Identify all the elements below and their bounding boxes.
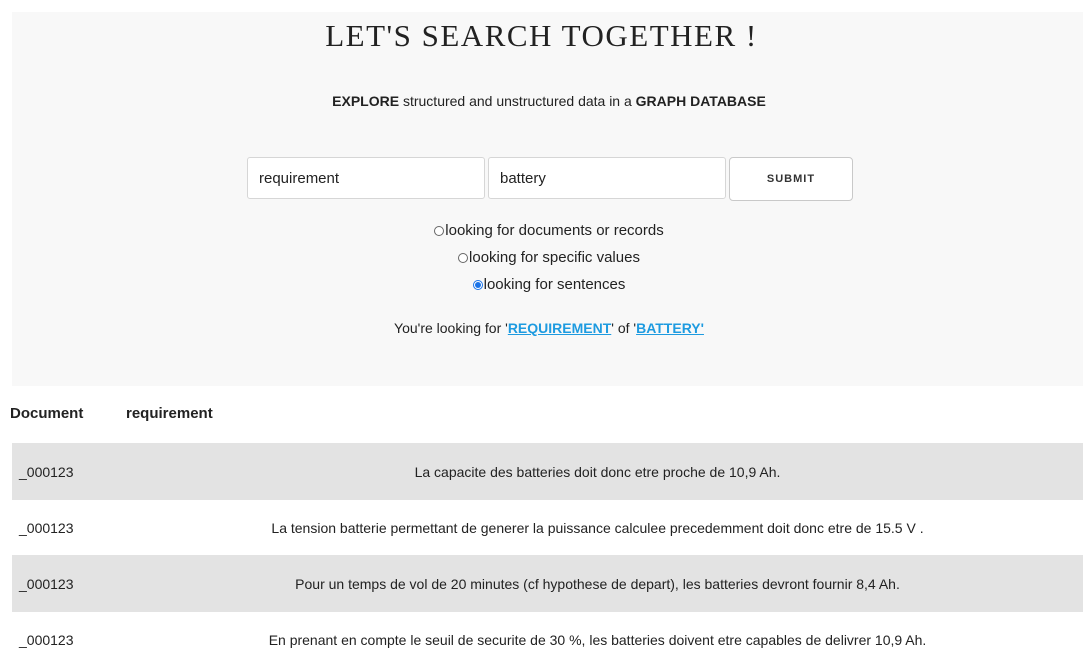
search-summary: You're looking for 'REQUIREMENT' of 'BAT… [0, 320, 1083, 336]
option-sentences-label: looking for sentences [483, 276, 626, 293]
option-documents-label: looking for documents or records [445, 222, 664, 239]
radio-values[interactable] [458, 253, 469, 263]
radio-documents[interactable] [434, 226, 445, 236]
option-sentences[interactable]: looking for sentences [0, 274, 1083, 301]
column-header-requirement: requirement [126, 405, 213, 422]
cell-document: _000123 [19, 519, 74, 536]
table-row: _000123 En prenant en compte le seuil de… [12, 612, 1083, 655]
radio-sentences[interactable] [472, 280, 483, 290]
cell-document: _000123 [19, 575, 74, 592]
cell-requirement: La capacite des batteries doit donc etre… [414, 463, 781, 480]
option-documents[interactable]: looking for documents or records [0, 220, 1083, 247]
page: LET'S SEARCH TOGETHER ! EXPLORE structur… [0, 0, 1083, 655]
cell-document: _000123 [19, 631, 74, 648]
table-row: _000123 La tension batterie permettant d… [12, 500, 1083, 555]
cell-requirement: La tension batterie permettant de genere… [271, 519, 924, 536]
summary-middle: ' of ' [611, 320, 637, 336]
subtitle-explore: EXPLORE [332, 93, 400, 109]
subtitle-middle: structured and unstructured data in a [399, 93, 636, 109]
table-row: _000123 Pour un temps de vol de 20 minut… [12, 555, 1083, 612]
page-title: LET'S SEARCH TOGETHER ! [325, 18, 758, 53]
cell-requirement: En prenant en compte le seuil de securit… [268, 631, 927, 648]
results-table: Document requirement _000123 La capacite… [10, 386, 1083, 655]
cell-requirement: Pour un temps de vol de 20 minutes (cf h… [295, 575, 900, 592]
cell-document: _000123 [19, 463, 74, 480]
summary-term-2-link[interactable]: BATTERY' [636, 320, 704, 336]
search-field-1[interactable] [247, 157, 485, 199]
table-header: Document requirement [10, 386, 1083, 443]
page-subtitle: EXPLORE structured and unstructured data… [0, 93, 1083, 109]
search-field-2[interactable] [488, 157, 726, 199]
column-header-document: Document [10, 405, 84, 422]
option-values[interactable]: looking for specific values [0, 247, 1083, 274]
option-values-label: looking for specific values [469, 249, 640, 266]
table-row: _000123 La capacite des batteries doit d… [12, 443, 1083, 500]
search-mode-options: looking for documents or records looking… [0, 220, 1083, 301]
submit-button[interactable]: SUBMIT [729, 157, 853, 201]
subtitle-graph-database: GRAPH DATABASE [635, 93, 766, 109]
summary-term-1-link[interactable]: REQUIREMENT [508, 320, 611, 336]
summary-prefix: You're looking for ' [394, 320, 508, 336]
